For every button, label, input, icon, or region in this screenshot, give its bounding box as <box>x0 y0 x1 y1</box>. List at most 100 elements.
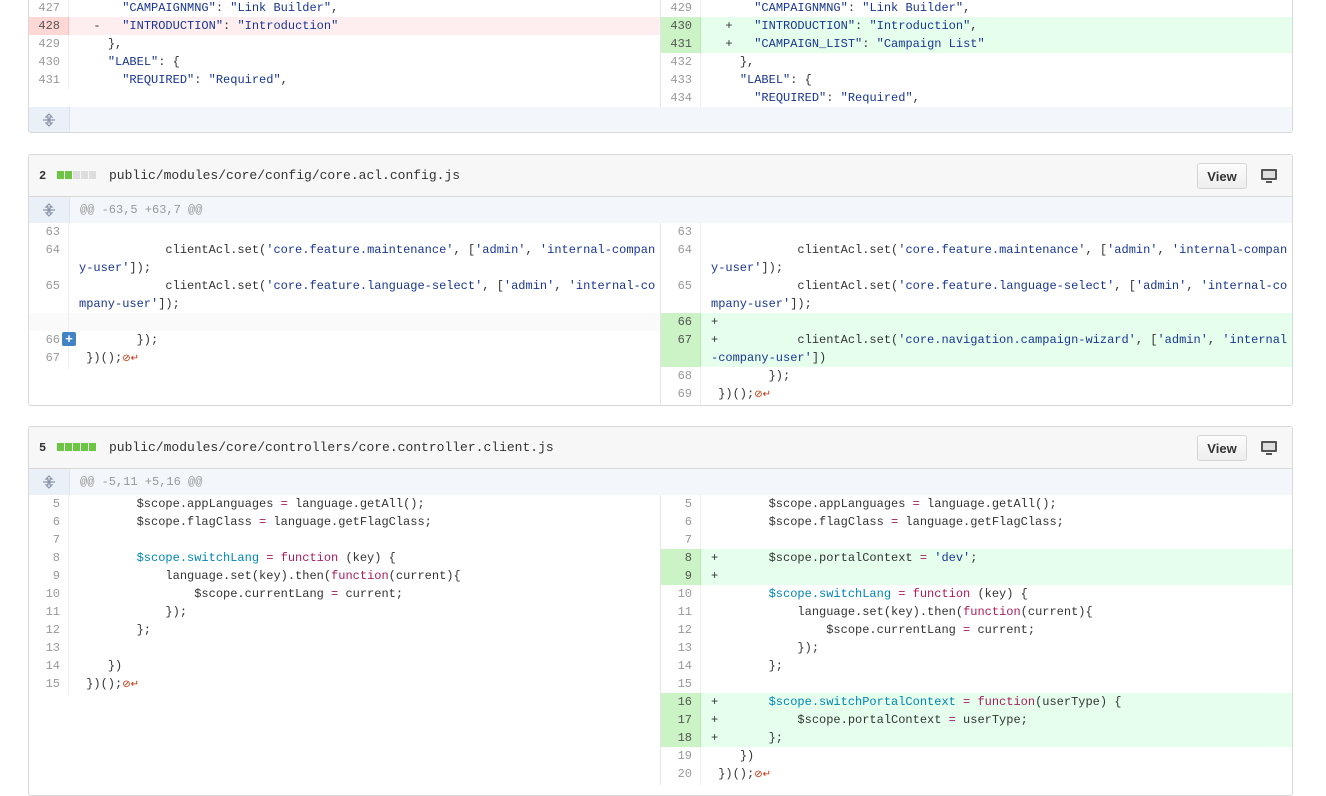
line-number <box>29 313 69 331</box>
line-number[interactable]: 20 <box>661 765 701 785</box>
file-path[interactable]: public/modules/core/config/core.acl.conf… <box>109 168 460 183</box>
diffstat-count: 2 <box>39 169 47 183</box>
line-number[interactable]: 63 <box>29 223 69 241</box>
line-number[interactable]: 431 <box>29 71 69 89</box>
line-number[interactable]: 18 <box>661 729 701 747</box>
add-comment-icon[interactable]: + <box>62 332 76 346</box>
expand-icon[interactable] <box>29 107 70 132</box>
line-number[interactable]: 8 <box>29 549 69 567</box>
context-line: 432 }, <box>661 53 1292 71</box>
file-path[interactable]: public/modules/core/controllers/core.con… <box>109 440 554 455</box>
code-text: "REQUIRED": "Required", <box>754 91 920 105</box>
context-line: 13 }); <box>661 639 1292 657</box>
added-line: 67 + clientAcl.set('core.navigation.campa… <box>661 331 1292 367</box>
line-number[interactable]: 6 <box>661 513 701 531</box>
line-number[interactable]: 8 <box>661 549 701 567</box>
code-text: + $scope.switchPortalContext = function(… <box>701 693 1292 711</box>
line-number[interactable]: 430 <box>29 53 69 71</box>
line-number[interactable]: 68 <box>661 367 701 385</box>
line-number[interactable]: 431 <box>661 35 701 53</box>
code-text: }, <box>79 37 123 51</box>
code-text: })();⊘↵ <box>79 677 139 691</box>
line-number[interactable]: 14 <box>29 657 69 675</box>
line-number[interactable]: 430 <box>661 17 701 35</box>
deleted-line: 428 - "INTRODUCTION": "Introduction" <box>29 17 660 35</box>
line-number[interactable]: 63 <box>661 223 701 241</box>
line-number[interactable]: 17 <box>661 711 701 729</box>
line-number[interactable]: 69 <box>661 385 701 405</box>
line-number[interactable]: 66 + <box>29 331 76 349</box>
context-line: 19 }) <box>661 747 1292 765</box>
file-header: 5 public/modules/core/controllers/core.c… <box>29 427 1292 469</box>
hunk-footer <box>29 107 1292 132</box>
line-number[interactable]: 434 <box>661 89 701 107</box>
line-number[interactable]: 65 <box>661 277 701 313</box>
line-number[interactable]: 12 <box>29 621 69 639</box>
context-line: 8 $scope.switchLang = function (key) { <box>29 549 660 567</box>
diffstat-added-block <box>81 443 88 451</box>
context-line: 433 "LABEL": { <box>661 71 1292 89</box>
code-text: language.set(key).then(function(current)… <box>79 569 461 583</box>
line-number[interactable]: 10 <box>29 585 69 603</box>
split-diff: 427 "CAMPAIGNMNG": "Link Builder", 428 - … <box>29 0 1292 107</box>
line-number[interactable]: 10 <box>661 585 701 603</box>
no-newline-icon: ⊘↵ <box>754 390 771 401</box>
line-number[interactable]: 65 <box>29 277 69 313</box>
line-number[interactable]: 64 <box>29 241 69 277</box>
line-number[interactable]: 11 <box>661 603 701 621</box>
line-number[interactable]: 15 <box>661 675 701 693</box>
view-file-button[interactable]: View <box>1197 435 1247 461</box>
line-number[interactable]: 9 <box>29 567 69 585</box>
diff-left-pane: 5 $scope.appLanguages = language.getAll(… <box>29 495 661 785</box>
line-number[interactable]: 11 <box>29 603 69 621</box>
expand-icon[interactable] <box>29 197 70 223</box>
line-number[interactable]: 6 <box>29 513 69 531</box>
line-number[interactable]: 5 <box>661 495 701 513</box>
line-number[interactable]: 64 <box>661 241 701 277</box>
line-number[interactable]: 5 <box>29 495 69 513</box>
line-number[interactable]: 67 <box>661 331 701 367</box>
line-number[interactable]: 429 <box>661 0 701 17</box>
monitor-icon[interactable] <box>1260 168 1278 184</box>
code-text: $scope.appLanguages = language.getAll(); <box>711 497 1057 511</box>
line-number[interactable]: 15 <box>29 675 69 695</box>
code-text: "LABEL": { <box>107 55 180 69</box>
context-line: 434 "REQUIRED": "Required", <box>661 89 1292 107</box>
line-number[interactable]: 429 <box>29 35 69 53</box>
line-number[interactable]: 9 <box>661 567 701 585</box>
diffstat-added-block <box>73 443 80 451</box>
line-number[interactable]: 67 <box>29 349 69 369</box>
code-text: + $scope.portalContext = userType; <box>701 711 1292 729</box>
context-line: 5 $scope.appLanguages = language.getAll(… <box>661 495 1292 513</box>
hunk-header: @@ -63,5 +63,7 @@ <box>29 197 1292 223</box>
line-number[interactable]: 12 <box>661 621 701 639</box>
line-number[interactable]: 13 <box>29 639 69 657</box>
code-text: clientAcl.set('core.feature.language-sel… <box>711 279 1288 311</box>
line-number[interactable]: 13 <box>661 639 701 657</box>
code-text: }); <box>79 605 188 619</box>
code-text: }, <box>711 55 755 69</box>
diffstat-added-block <box>57 443 64 451</box>
line-number[interactable]: 428 <box>29 17 69 35</box>
line-number[interactable]: 433 <box>661 71 701 89</box>
code-text: - "INTRODUCTION": "Introduction" <box>69 17 660 35</box>
line-number[interactable]: 432 <box>661 53 701 71</box>
line-number[interactable]: 19 <box>661 747 701 765</box>
line-number[interactable]: 66 <box>661 313 701 331</box>
line-number[interactable]: 427 <box>29 0 69 17</box>
view-file-button[interactable]: View <box>1197 163 1247 189</box>
context-line: 12 $scope.currentLang = current; <box>661 621 1292 639</box>
context-line: 7 <box>29 531 660 549</box>
context-line: 429 "CAMPAIGNMNG": "Link Builder", <box>661 0 1292 17</box>
context-line: 430 "LABEL": { <box>29 53 660 71</box>
context-line: 9 language.set(key).then(function(curren… <box>29 567 660 585</box>
code-text: $scope.flagClass = language.getFlagClass… <box>79 515 432 529</box>
monitor-icon[interactable] <box>1260 440 1278 456</box>
expand-icon[interactable] <box>29 469 70 495</box>
line-number[interactable]: 7 <box>29 531 69 549</box>
line-number[interactable]: 7 <box>661 531 701 549</box>
line-number[interactable]: 16 <box>661 693 701 711</box>
line-number[interactable]: 14 <box>661 657 701 675</box>
